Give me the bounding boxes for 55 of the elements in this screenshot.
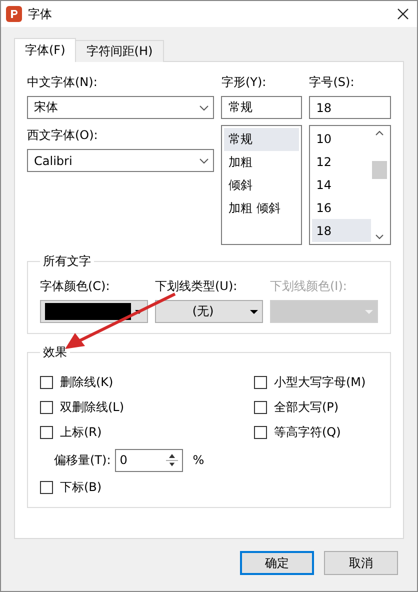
underline-dropdown[interactable]: (无): [155, 300, 263, 323]
list-item[interactable]: 常规: [224, 128, 300, 151]
checkbox-label: 等高字符(Q): [274, 424, 341, 441]
checkbox-label: 下标(B): [60, 479, 102, 496]
list-item[interactable]: 加粗: [224, 151, 300, 174]
checkbox[interactable]: [254, 376, 267, 389]
font-dropdown[interactable]: 宋体: [27, 96, 214, 119]
field-label: 下划线类型(U):: [155, 278, 238, 294]
tab[interactable]: 字体(F): [14, 38, 76, 62]
dropdown-arrow-icon: [365, 310, 373, 314]
list-item[interactable]: 16: [312, 196, 371, 220]
color-dropdown[interactable]: [40, 300, 148, 323]
checkbox-label: 小型大写字母(M): [274, 374, 366, 391]
list-item[interactable]: 12: [312, 150, 371, 174]
field-label: 西文字体(O):: [27, 126, 99, 144]
field-label: 中文字体(N):: [27, 74, 98, 90]
checkbox[interactable]: [40, 426, 53, 439]
checkbox[interactable]: [254, 426, 267, 439]
field-label: 字号(S):: [309, 74, 356, 90]
group-title: 效果: [42, 344, 68, 361]
checkbox[interactable]: [40, 376, 53, 389]
scroll-thumb[interactable]: [372, 161, 387, 179]
checkbox[interactable]: [40, 401, 53, 414]
group-title: 所有文字: [42, 253, 92, 270]
chevron-down-icon: [199, 104, 210, 110]
checkbox-label: 删除线(K): [60, 374, 114, 391]
list-item[interactable]: 加粗 倾斜: [224, 197, 300, 220]
close-icon[interactable]: [397, 8, 409, 20]
dropdown-arrow-icon: [135, 310, 143, 314]
checkbox-label: 双删除线(L): [60, 399, 124, 416]
chevron-down-icon: [199, 158, 210, 164]
checkbox[interactable]: [40, 481, 53, 494]
field-label: 字形(Y):: [221, 74, 268, 90]
field-label: 字体颜色(C):: [40, 278, 111, 294]
dialog-button[interactable]: 确定: [240, 551, 314, 575]
list-item[interactable]: 10: [312, 128, 371, 151]
checkbox[interactable]: [254, 401, 267, 414]
list-item[interactable]: 18: [312, 219, 371, 242]
checkbox-label: 上标(R): [60, 424, 102, 441]
offset-label: 偏移量(T):: [54, 452, 111, 468]
dialog-button[interactable]: 取消: [324, 551, 398, 575]
dropdown-arrow-icon: [250, 310, 258, 314]
app-icon: [6, 6, 22, 22]
scroll-up-icon[interactable]: [375, 130, 384, 136]
percent-unit: %: [192, 453, 204, 467]
size-field[interactable]: 18: [309, 96, 391, 119]
font-dropdown[interactable]: Calibri: [27, 149, 214, 172]
list-item[interactable]: 倾斜: [224, 174, 300, 197]
scroll-down-icon[interactable]: [375, 234, 384, 240]
field-label: 下划线颜色(I):: [270, 278, 348, 294]
checkbox-label: 全部大写(P): [274, 399, 339, 416]
tab[interactable]: 字符间距(H): [75, 40, 164, 62]
style-field[interactable]: 常规: [221, 96, 302, 119]
list-item[interactable]: 14: [312, 174, 371, 196]
window-title: 字体: [28, 6, 53, 22]
